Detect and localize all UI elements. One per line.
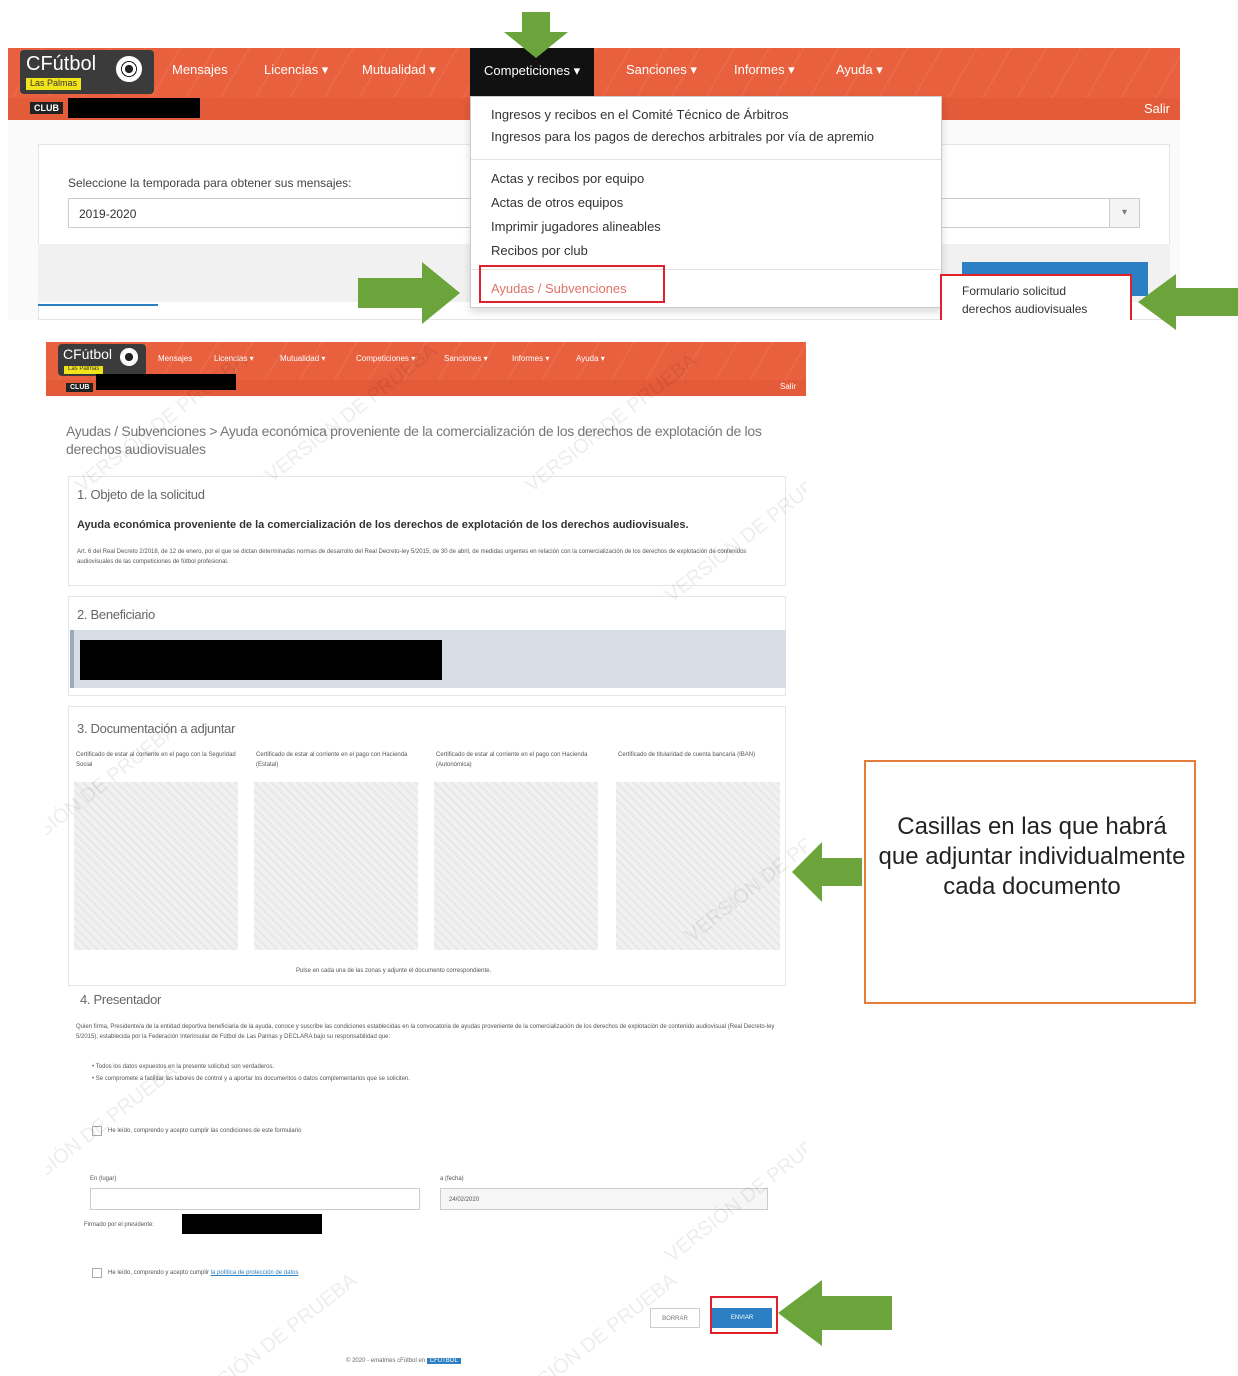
bullet-1: • Todos los datos expuestos en la presen… bbox=[92, 1064, 275, 1070]
nav-ayuda-small[interactable]: Ayuda ▾ bbox=[576, 354, 605, 363]
nav-ayuda[interactable]: Ayuda ▾ bbox=[836, 62, 883, 78]
doc-label-hacienda-estatal: Certificado de estar al corriente en el … bbox=[256, 752, 408, 768]
signed-by-label: Firmado por el presidente: bbox=[84, 1222, 155, 1228]
logout-link-small[interactable]: Salir bbox=[780, 382, 796, 391]
competiciones-dropdown: Ingresos y recibos en el Comité Técnico … bbox=[470, 96, 942, 308]
nav-informes[interactable]: Informes ▾ bbox=[734, 62, 795, 78]
dropzone-seguridad-social[interactable] bbox=[74, 782, 238, 950]
privacy-policy-link[interactable]: la política de protección de datos bbox=[211, 1270, 299, 1276]
bullet-2: • Se compromete a facilitar las labores … bbox=[92, 1076, 410, 1082]
nav-informes-small[interactable]: Informes ▾ bbox=[512, 354, 549, 363]
nav-mutualidad-small[interactable]: Mutualidad ▾ bbox=[280, 354, 325, 363]
nav-mensajes[interactable]: Mensajes bbox=[172, 62, 228, 77]
season-label: Seleccione la temporada para obtener sus… bbox=[68, 176, 352, 190]
brand-sub-small: Las Palmas bbox=[64, 366, 104, 374]
submenu-formulario[interactable]: Formulario solicitud derechos audiovisua… bbox=[940, 274, 1132, 320]
section-title-beneficiario: 2. Beneficiario bbox=[77, 607, 155, 622]
menu-item-actas-equipo[interactable]: Actas y recibos por equipo bbox=[491, 171, 644, 186]
privacy-label-text: He leído, comprendo y acepto cumplir bbox=[108, 1270, 211, 1276]
highlight-box-ayudas bbox=[479, 265, 665, 303]
section-title-presentador: 4. Presentador bbox=[80, 992, 162, 1007]
arrow-left-icon bbox=[792, 842, 862, 902]
menu-divider bbox=[471, 159, 941, 160]
highlight-box-send bbox=[710, 1296, 778, 1334]
privacy-checkbox[interactable] bbox=[92, 1268, 102, 1278]
logout-link[interactable]: Salir bbox=[1144, 101, 1170, 116]
section-title-objeto: 1. Objeto de la solicitud bbox=[77, 487, 205, 502]
club-bar-small: CLUB Salir bbox=[46, 374, 806, 396]
menu-item-ingresos-apremio[interactable]: Ingresos para los pagos de derechos arbi… bbox=[491, 129, 874, 144]
submenu-line-1: Formulario solicitud bbox=[962, 284, 1067, 298]
redacted-president-name bbox=[182, 1214, 322, 1234]
season-value: 2019-2020 bbox=[79, 207, 137, 221]
brand-logo[interactable]: CFútbol Las Palmas bbox=[20, 50, 154, 94]
arrow-left-icon bbox=[1138, 274, 1238, 330]
annotation-box: Casillas en las que habrá que adjuntar i… bbox=[864, 760, 1196, 1004]
arrow-left-icon bbox=[778, 1280, 892, 1346]
club-badge-small: CLUB bbox=[66, 383, 94, 392]
dropzone-hint: Pulse en cada una de las zonas y adjunte… bbox=[296, 968, 492, 974]
presentador-body: Quien firma, Presidente/a de la entidad … bbox=[76, 1024, 775, 1040]
nav-mensajes-small[interactable]: Mensajes bbox=[158, 354, 192, 363]
nav-sanciones[interactable]: Sanciones ▾ bbox=[626, 62, 697, 78]
menu-item-actas-otros[interactable]: Actas de otros equipos bbox=[491, 195, 623, 210]
redacted-club-name bbox=[68, 98, 200, 118]
menu-item-ingresos-cta[interactable]: Ingresos y recibos en el Comité Técnico … bbox=[491, 107, 788, 122]
submenu-line-2: derechos audiovisuales bbox=[962, 302, 1088, 316]
beneficiary-box bbox=[70, 630, 786, 688]
soccer-ball-icon bbox=[116, 56, 142, 82]
club-badge: CLUB bbox=[30, 102, 63, 114]
brand-logo-small[interactable]: CFútbol Las Palmas bbox=[58, 344, 146, 376]
dropzone-hacienda-estatal[interactable] bbox=[254, 782, 418, 950]
footer-badge: CFUTBOL bbox=[426, 1358, 461, 1364]
brand-sub: Las Palmas bbox=[26, 78, 82, 90]
doc-label-hacienda-autonomica: Certificado de estar al corriente en el … bbox=[436, 752, 588, 768]
nav-mutualidad[interactable]: Mutualidad ▾ bbox=[362, 62, 436, 78]
place-label: En (lugar) bbox=[90, 1176, 117, 1182]
footer-text: © 2020 - ematmes cFútbol en bbox=[346, 1358, 426, 1364]
arrow-down-icon bbox=[504, 12, 568, 58]
objeto-body: Art. 6 del Real Decreto 2/2018, de 12 de… bbox=[77, 549, 747, 565]
footer: © 2020 - ematmes cFútbol en CFUTBOL bbox=[346, 1358, 461, 1364]
navbar: CFútbol Las Palmas Mensajes Licencias ▾ … bbox=[8, 48, 1180, 98]
bullet-1-text: Todos los datos expuestos en la presente… bbox=[95, 1064, 275, 1070]
soccer-ball-icon bbox=[120, 348, 138, 366]
section-presentador: 4. Presentador Quien firma, Presidente/a… bbox=[68, 988, 786, 1328]
menu-item-recibos-club[interactable]: Recibos por club bbox=[491, 243, 588, 258]
brand-name-small: CFútbol bbox=[63, 346, 113, 362]
accept-conditions-label: He leído, comprendo y acepto cumplir las… bbox=[108, 1128, 302, 1134]
annotation-text: Casillas en las que habrá que adjuntar i… bbox=[878, 813, 1186, 900]
top-screenshot: CFútbol Las Palmas Mensajes Licencias ▾ … bbox=[8, 48, 1180, 320]
bottom-screenshot: CFútbol Las Palmas Mensajes Licencias ▾ … bbox=[46, 342, 806, 1376]
doc-label-iban: Certificado de titularidad de cuenta ban… bbox=[618, 752, 756, 758]
arrow-right-icon bbox=[358, 262, 460, 324]
active-tab-indicator bbox=[38, 304, 158, 306]
place-input[interactable] bbox=[90, 1188, 420, 1210]
chevron-down-icon[interactable]: ▾ bbox=[1109, 199, 1139, 227]
brand-name: CFútbol bbox=[26, 53, 97, 75]
dropzone-hacienda-autonomica[interactable] bbox=[434, 782, 598, 950]
section-objeto: 1. Objeto de la solicitud Ayuda económic… bbox=[68, 476, 786, 586]
objeto-heading: Ayuda económica proveniente de la comerc… bbox=[77, 519, 689, 531]
menu-item-imprimir-jugadores[interactable]: Imprimir jugadores alineables bbox=[491, 219, 661, 234]
clear-button[interactable]: BORRAR bbox=[650, 1308, 700, 1328]
nav-sanciones-small[interactable]: Sanciones ▾ bbox=[444, 354, 488, 363]
date-label: a (fecha) bbox=[440, 1176, 464, 1182]
privacy-label: He leído, comprendo y acepto cumplir la … bbox=[108, 1268, 298, 1278]
date-value: 24/02/2020 bbox=[449, 1197, 480, 1203]
redacted-beneficiary bbox=[80, 640, 442, 680]
nav-licencias[interactable]: Licencias ▾ bbox=[264, 62, 328, 78]
